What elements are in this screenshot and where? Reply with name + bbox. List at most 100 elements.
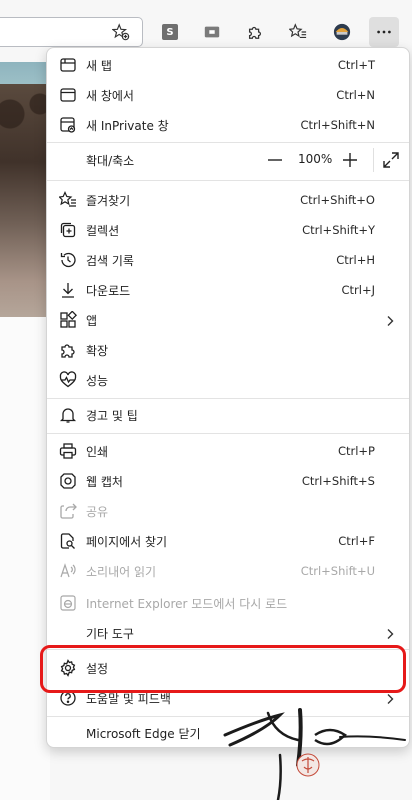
new-window-icon <box>59 86 77 104</box>
new-tab-icon <box>59 56 77 74</box>
menu-item-new-inprivate[interactable]: 새 InPrivate 창 Ctrl+Shift+N <box>47 110 409 140</box>
page-image <box>0 62 50 317</box>
screen-extension-button[interactable] <box>197 17 227 47</box>
menu-item-downloads[interactable]: 다운로드 Ctrl+J <box>47 275 409 305</box>
menu-item-label: 앱 <box>86 313 98 328</box>
menu-item-label: Microsoft Edge 닫기 <box>86 726 201 741</box>
menu-item-favorites[interactable]: 즐겨찾기 Ctrl+Shift+O <box>47 185 409 215</box>
menu-separator <box>47 180 409 181</box>
page-background <box>0 317 50 800</box>
fullscreen-button[interactable] <box>381 150 401 170</box>
zoom-in-button[interactable] <box>340 150 360 170</box>
menu-item-shortcut: Ctrl+N <box>336 88 375 102</box>
history-icon <box>59 251 77 269</box>
menu-item-label: 성능 <box>86 373 109 388</box>
extensions-button[interactable] <box>240 17 270 47</box>
menu-item-settings[interactable]: 설정 <box>47 653 409 683</box>
menu-item-label: 설정 <box>86 661 109 676</box>
menu-item-shortcut: Ctrl+P <box>337 444 375 458</box>
gear-icon <box>59 659 77 677</box>
profile-avatar[interactable] <box>327 17 357 47</box>
menu-item-label: 소리내어 읽기 <box>86 564 157 579</box>
menu-item-shortcut: Ctrl+Shift+O <box>300 193 375 207</box>
menu-item-shortcut: Ctrl+H <box>336 253 375 267</box>
more-dots-icon <box>377 30 391 34</box>
zoom-out-button[interactable] <box>265 150 285 170</box>
menu-item-find-on-page[interactable]: 페이지에서 찾기 Ctrl+F <box>47 526 409 556</box>
menu-item-label: 즐겨찾기 <box>86 193 131 208</box>
menu-item-label: 확대/축소 <box>86 153 135 168</box>
menu-item-print[interactable]: 인쇄 Ctrl+P <box>47 436 409 466</box>
menu-item-new-tab[interactable]: 새 탭 Ctrl+T <box>47 50 409 80</box>
menu-item-alerts-tips[interactable]: 경고 및 팁 <box>47 400 409 430</box>
menu-item-new-window[interactable]: 새 창에서 Ctrl+N <box>47 80 409 110</box>
chevron-right-icon <box>383 691 397 705</box>
favorites-button[interactable] <box>283 17 313 47</box>
menu-item-read-aloud: 소리내어 읽기 Ctrl+Shift+U <box>47 556 409 586</box>
menu-item-label: 기타 도구 <box>86 626 134 641</box>
menu-separator <box>47 433 409 434</box>
settings-more-button[interactable] <box>369 17 399 47</box>
s-extension-icon: S <box>162 24 178 40</box>
ie-reload-icon <box>59 594 77 612</box>
star-list-icon <box>58 191 77 209</box>
menu-separator <box>47 716 409 717</box>
settings-menu: 새 탭 Ctrl+T 새 창에서 Ctrl+N 새 InPrivate 창 Ct… <box>46 47 410 748</box>
chevron-right-icon <box>383 313 397 327</box>
share-icon <box>59 502 77 520</box>
add-favorite-button[interactable] <box>106 17 136 47</box>
menu-item-close-edge[interactable]: Microsoft Edge 닫기 <box>47 718 409 747</box>
collections-icon <box>59 221 77 239</box>
menu-separator <box>47 142 409 143</box>
puzzle-icon <box>248 26 262 39</box>
favorites-list-icon <box>289 23 307 38</box>
menu-item-help-feedback[interactable]: 도움말 및 피드백 <box>47 683 409 713</box>
menu-item-label: 도움말 및 피드백 <box>86 691 171 706</box>
menu-item-label: 인쇄 <box>86 444 109 459</box>
puzzle-icon <box>59 341 77 359</box>
plus-icon <box>343 153 357 167</box>
menu-item-label: 경고 및 팁 <box>86 408 138 423</box>
menu-item-shortcut: Ctrl+Shift+N <box>300 118 375 132</box>
expand-icon <box>383 152 399 168</box>
menu-item-extensions[interactable]: 확장 <box>47 335 409 365</box>
apps-icon <box>59 310 78 329</box>
menu-separator <box>47 649 409 650</box>
menu-item-zoom: 확대/축소 100% <box>47 145 409 175</box>
menu-item-label: 컬렉션 <box>86 223 120 238</box>
menu-item-apps[interactable]: 앱 <box>47 305 409 335</box>
menu-item-collections[interactable]: 컬렉션 Ctrl+Shift+Y <box>47 215 409 245</box>
bell-icon <box>59 406 77 424</box>
menu-item-more-tools[interactable]: 기타 도구 <box>47 618 409 648</box>
inprivate-icon <box>59 116 77 134</box>
s-extension-button[interactable]: S <box>155 17 185 47</box>
web-capture-icon <box>59 472 77 490</box>
menu-item-web-capture[interactable]: 웹 캡처 Ctrl+Shift+S <box>47 466 409 496</box>
help-icon <box>59 689 77 707</box>
menu-item-label: 새 InPrivate 창 <box>86 118 169 133</box>
heart-pulse-icon <box>59 371 77 389</box>
screen-icon <box>204 26 220 38</box>
zoom-divider <box>373 148 374 172</box>
menu-item-label: 웹 캡처 <box>86 474 123 489</box>
read-aloud-icon <box>59 562 77 580</box>
menu-item-shortcut: Ctrl+Shift+U <box>300 564 375 578</box>
menu-item-label: 새 탭 <box>86 58 112 73</box>
menu-item-shortcut: Ctrl+F <box>338 534 375 548</box>
menu-item-share: 공유 <box>47 496 409 526</box>
menu-separator <box>47 398 409 399</box>
menu-item-label: 확장 <box>86 343 109 358</box>
find-page-icon <box>59 532 77 550</box>
menu-item-shortcut: Ctrl+T <box>337 58 375 72</box>
menu-item-label: 새 창에서 <box>86 88 134 103</box>
menu-item-history[interactable]: 검색 기록 Ctrl+H <box>47 245 409 275</box>
download-icon <box>59 281 77 299</box>
avatar-icon <box>333 23 351 41</box>
menu-item-label: 검색 기록 <box>86 253 134 268</box>
menu-item-ie-mode: Internet Explorer 모드에서 다시 로드 <box>47 588 409 618</box>
menu-item-performance[interactable]: 성능 <box>47 365 409 395</box>
menu-item-label: 공유 <box>86 504 109 519</box>
menu-item-label: 페이지에서 찾기 <box>86 534 168 549</box>
minus-icon <box>268 159 282 161</box>
menu-item-label: Internet Explorer 모드에서 다시 로드 <box>86 596 288 611</box>
